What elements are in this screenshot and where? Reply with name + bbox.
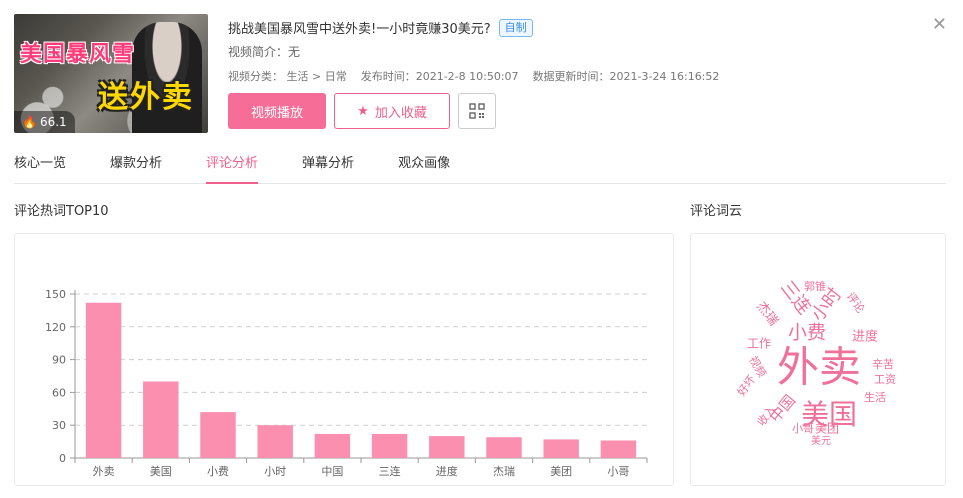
bar: [543, 439, 579, 458]
x-tick-label: 小哥: [607, 465, 629, 478]
top10-chart-card: 0 30 60 90 120 150 外卖 美国 小费 小时 中国 三连 进度 杰瑞 美团 小哥: [14, 233, 674, 486]
bar: [85, 302, 122, 458]
x-tick-label: 中国: [321, 465, 343, 478]
heat-value: 66.1: [39, 115, 67, 129]
word-cloud-word: 小费: [788, 322, 826, 344]
top10-bar-chart: 0 30 60 90 120 150 外卖 美国 小费 小时 中国 三连 进度 杰瑞 美团 小哥: [45, 288, 648, 478]
publish-time: 发布时间：2021-2-8 10:50:07: [360, 70, 519, 83]
x-tick-label: 美国: [150, 465, 172, 478]
star-icon: ★: [357, 103, 369, 119]
tab-hit-analysis[interactable]: 爆款分析: [110, 144, 162, 183]
bar: [314, 433, 351, 458]
close-icon[interactable]: ✕: [932, 14, 947, 35]
word-cloud-word: 好坏: [734, 372, 758, 398]
update-time: 数据更新时间：2021-3-24 16:16:52: [532, 70, 720, 83]
x-tick-label: 美团: [550, 465, 572, 478]
video-category: 视频分类： 生活 > 日常: [228, 70, 347, 83]
tab-core-overview[interactable]: 核心一览: [14, 144, 66, 183]
thumbnail-caption-bottom: 送外卖: [98, 80, 194, 115]
add-favorite-label: 加入收藏: [374, 105, 427, 121]
y-tick-label: 60: [52, 386, 66, 399]
x-tick-label: 小时: [264, 465, 286, 478]
word-cloud-word: 杰瑞: [753, 299, 781, 329]
word-cloud-word: 工作: [747, 337, 771, 351]
y-tick-label: 150: [45, 288, 66, 301]
video-intro: 视频简介：无: [228, 45, 301, 59]
video-meta: 视频分类： 生活 > 日常 发布时间：2021-2-8 10:50:07 数据更…: [228, 68, 719, 84]
video-title-row: 挑战美国暴风雪中送外卖!一小时竟赚30美元? 自制: [228, 18, 533, 37]
x-tick-label: 三连: [379, 465, 401, 478]
x-tick-label: 小费: [207, 465, 229, 478]
bar: [257, 425, 293, 458]
y-tick-label: 120: [45, 321, 66, 334]
word-cloud-word: 进度: [852, 329, 878, 345]
analysis-tabs: 核心一览 爆款分析 评论分析 弹幕分析 观众画像: [14, 144, 946, 184]
bar: [143, 381, 179, 458]
word-cloud-word: 郭锥: [804, 280, 826, 293]
x-tick-label: 外卖: [93, 465, 115, 478]
video-title: 挑战美国暴风雪中送外卖!一小时竟赚30美元?: [228, 22, 491, 37]
comment-word-cloud: 外卖美国小费小时三连中国进度杰瑞美团小哥工作郭锥评论辛苦工资生活视频好坏收入美元: [734, 277, 896, 447]
x-tick-label: 进度: [436, 464, 458, 478]
tab-audience-profile[interactable]: 观众画像: [398, 144, 450, 183]
y-tick-label: 30: [52, 419, 66, 432]
tab-danmaku-analysis[interactable]: 弹幕分析: [302, 144, 354, 183]
word-cloud-word: 生活: [864, 390, 886, 404]
heat-badge: 🔥 66.1: [14, 111, 75, 133]
qr-code-icon: [469, 103, 485, 119]
video-thumbnail[interactable]: 美国暴风雪 送外卖 🔥 66.1: [14, 14, 208, 133]
play-video-button[interactable]: 视频播放: [228, 93, 326, 129]
top10-section-title: 评论热词TOP10: [14, 204, 109, 219]
word-cloud-word: 美元: [811, 434, 831, 447]
bar: [429, 436, 465, 458]
bar: [371, 433, 408, 458]
qr-code-button[interactable]: [458, 93, 496, 129]
add-favorite-button[interactable]: ★ 加入收藏: [334, 93, 450, 129]
word-cloud-section-title: 评论词云: [690, 204, 743, 219]
y-tick-label: 0: [59, 452, 66, 465]
bar: [486, 437, 522, 458]
word-cloud-word: 外卖: [777, 343, 861, 392]
y-tick-label: 90: [52, 354, 66, 367]
bar: [200, 412, 236, 458]
word-cloud-word: 评论: [844, 289, 868, 315]
tab-comment-analysis[interactable]: 评论分析: [206, 144, 259, 184]
x-tick-label: 杰瑞: [493, 464, 515, 478]
thumbnail-caption-top: 美国暴风雪: [20, 42, 136, 67]
bar: [600, 440, 637, 458]
word-cloud-word: 美团: [815, 422, 839, 436]
self-made-tag: 自制: [498, 18, 533, 37]
word-cloud-word: 辛苦: [872, 357, 894, 371]
word-cloud-word: 小哥: [792, 422, 814, 435]
word-cloud-word: 工资: [874, 373, 896, 386]
flame-icon: 🔥: [22, 115, 37, 129]
word-cloud-card: 外卖 美国 小费 小时 三连 中国 进度 杰瑞 美团 小哥 工作 郭锥 评论 辛苦 工资 生活 视频 好坏 收入 美元: [690, 233, 946, 486]
action-buttons: 视频播放 ★ 加入收藏: [228, 93, 496, 129]
